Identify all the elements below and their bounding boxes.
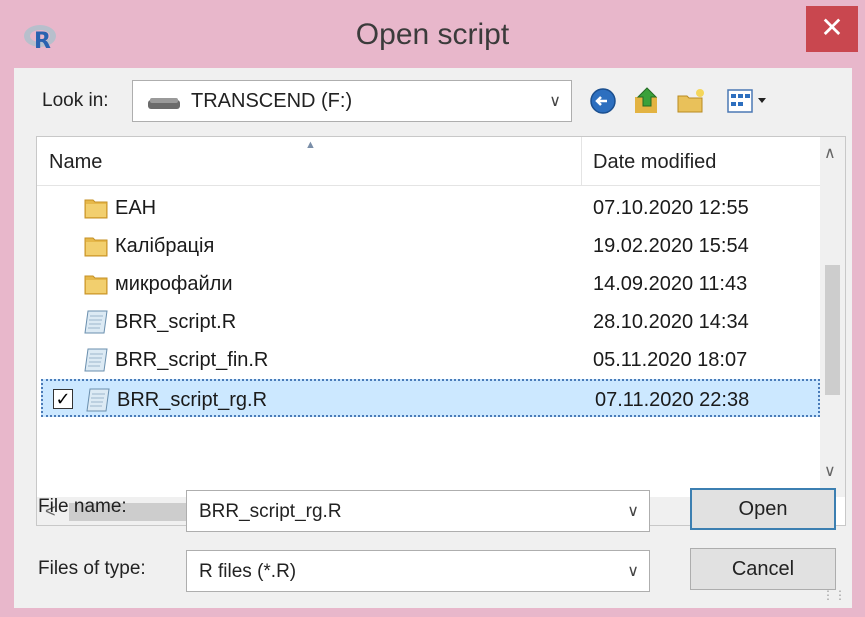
list-item[interactable]: BRR_script_fin.R 05.11.2020 18:07	[41, 341, 820, 379]
chevron-down-icon: ∨	[549, 93, 561, 110]
open-button[interactable]: Open	[690, 488, 836, 530]
column-header-date-modified[interactable]: Date modified	[593, 151, 716, 174]
column-header-row: ▲ Name Date modified	[37, 137, 820, 186]
drive-icon	[148, 98, 180, 109]
list-item-selected[interactable]: ✓ BRR_script_rg.R 07.11.2020 22:38	[41, 379, 820, 417]
look-in-value: TRANSCEND (F:)	[191, 90, 353, 112]
back-icon[interactable]	[588, 86, 618, 116]
r-script-file-icon	[84, 310, 108, 334]
file-name: BRR_script.R	[115, 311, 237, 333]
sort-ascending-icon: ▲	[305, 139, 316, 151]
title-bar[interactable]: R Open script ✕	[0, 0, 865, 72]
chevron-down-icon[interactable]: ∨	[627, 561, 639, 581]
open-script-dialog: R Open script ✕ Look in: TRANSCEND (F:) …	[0, 0, 865, 617]
file-name-label: File name:	[38, 496, 127, 517]
file-name: BRR_script_fin.R	[115, 349, 269, 371]
file-name: Калібрація	[115, 235, 215, 257]
list-item[interactable]: Калібрація 19.02.2020 15:54	[41, 227, 820, 265]
r-script-file-icon	[86, 388, 110, 412]
file-name: BRR_script_rg.R	[117, 389, 268, 411]
file-date: 07.11.2020 22:38	[595, 389, 750, 411]
r-script-file-icon	[84, 348, 108, 372]
view-menu-icon[interactable]	[726, 86, 774, 116]
column-header-name[interactable]: Name	[49, 151, 102, 174]
files-of-type-label: Files of type:	[38, 558, 146, 579]
column-divider[interactable]	[581, 137, 582, 185]
up-folder-icon[interactable]	[632, 86, 662, 116]
new-folder-icon[interactable]	[676, 86, 706, 116]
file-date: 19.02.2020 15:54	[593, 235, 749, 257]
file-name: ЕАН	[115, 197, 157, 219]
file-date: 14.09.2020 11:43	[593, 273, 748, 295]
dialog-body: Look in: TRANSCEND (F:) ∨ ▲ Name Date mo…	[14, 68, 852, 608]
close-button[interactable]: ✕	[806, 6, 858, 52]
list-item[interactable]: ЕАН 07.10.2020 12:55	[41, 189, 820, 227]
dialog-title: Open script	[355, 18, 510, 51]
chevron-down-icon[interactable]: ∨	[627, 501, 639, 521]
list-item[interactable]: микрофайли 14.09.2020 11:43	[41, 265, 820, 303]
vertical-scroll-thumb[interactable]	[825, 265, 840, 395]
list-item[interactable]: BRR_script.R 28.10.2020 14:34	[41, 303, 820, 341]
folder-icon	[84, 275, 108, 295]
selection-checkbox[interactable]: ✓	[53, 389, 73, 409]
file-list: ▲ Name Date modified ЕАН 07.10.2020 12:5…	[36, 136, 846, 526]
scroll-up-icon[interactable]: ∧	[824, 143, 836, 163]
look-in-label: Look in:	[42, 90, 109, 111]
files-of-type-combobox[interactable]: R files (*.R) ∨	[186, 550, 650, 592]
look-in-dropdown[interactable]: TRANSCEND (F:) ∨	[132, 80, 572, 122]
folder-icon	[84, 237, 108, 257]
folder-icon	[84, 199, 108, 219]
file-name: микрофайли	[115, 273, 233, 295]
files-of-type-value: R files (*.R)	[199, 561, 297, 582]
scroll-down-icon[interactable]: ∨	[824, 461, 836, 481]
resize-grip-icon[interactable]: ⋮⋮	[822, 588, 846, 602]
file-name-value[interactable]: BRR_script_rg.R	[199, 501, 342, 523]
vertical-scrollbar[interactable]: ∧ ∨	[820, 137, 845, 497]
cancel-button[interactable]: Cancel	[690, 548, 836, 590]
file-date: 28.10.2020 14:34	[593, 311, 749, 333]
file-date: 07.10.2020 12:55	[593, 197, 749, 219]
file-name-combobox[interactable]: BRR_script_rg.R ∨	[186, 490, 650, 532]
file-date: 05.11.2020 18:07	[593, 349, 748, 371]
